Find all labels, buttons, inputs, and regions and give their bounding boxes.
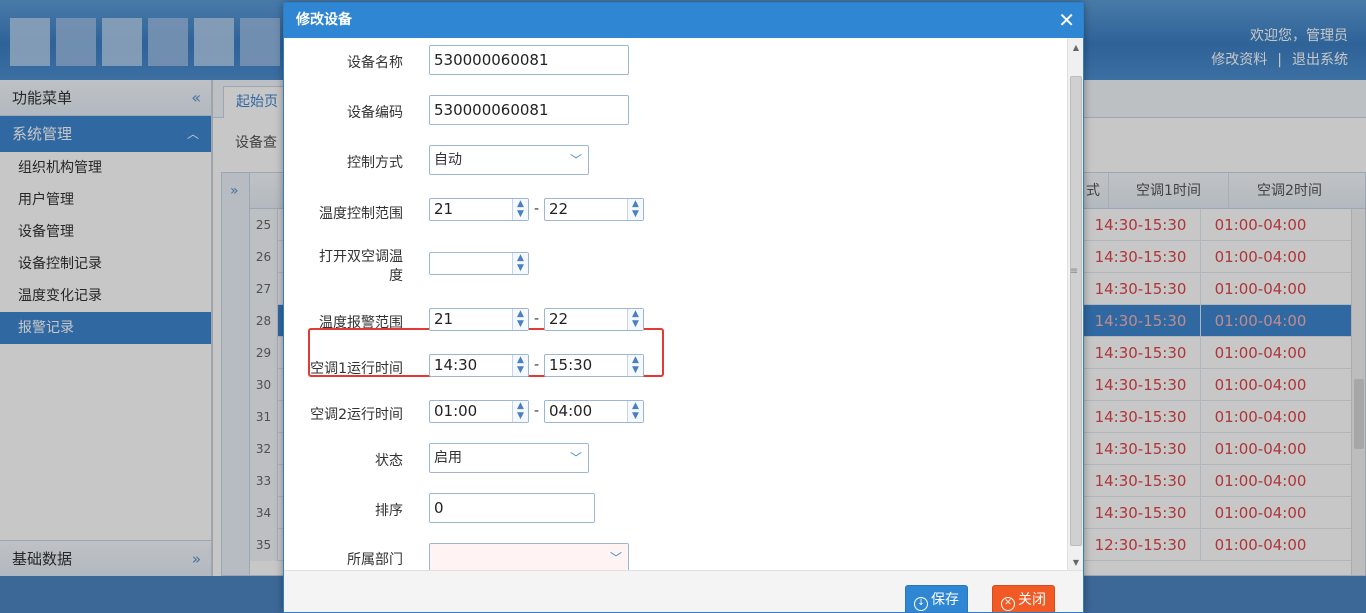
- x-circle-icon: ✕: [1001, 597, 1015, 611]
- temp-alarm-label: 温度报警范围: [319, 315, 403, 331]
- save-button[interactable]: ↓ 保存: [905, 585, 968, 612]
- sort-label: 排序: [375, 503, 403, 519]
- department-select[interactable]: ﹀: [429, 543, 629, 573]
- close-icon[interactable]: ✕: [1058, 3, 1075, 38]
- temp-control-from-spinner[interactable]: 21 ▲ ▼: [429, 198, 529, 221]
- temp-alarm-to-spinner[interactable]: 22 ▲ ▼: [544, 308, 644, 331]
- range-dash: -: [534, 357, 540, 373]
- scroll-up-icon[interactable]: ▲: [1068, 40, 1083, 56]
- spin-down-icon[interactable]: ▼: [513, 319, 528, 329]
- device-name-input[interactable]: 530000060081: [429, 45, 629, 75]
- spin-up-icon[interactable]: ▲: [513, 253, 528, 263]
- temp-control-label: 温度控制范围: [319, 206, 403, 222]
- dialog-titlebar: 修改设备 ✕: [284, 3, 1083, 38]
- department-label: 所属部门: [347, 552, 403, 568]
- ac2-time-to-spinner[interactable]: 04:00 ▲ ▼: [544, 400, 644, 423]
- range-dash: -: [534, 201, 540, 217]
- status-select[interactable]: 启用 ﹀: [429, 443, 589, 473]
- spin-up-icon[interactable]: ▲: [628, 309, 643, 319]
- status-label: 状态: [375, 453, 403, 469]
- spin-up-icon[interactable]: ▲: [513, 401, 528, 411]
- temp-control-to-spinner[interactable]: 22 ▲ ▼: [544, 198, 644, 221]
- grip-icon: ≡: [1069, 266, 1079, 277]
- temp-control-to-value: 22: [549, 200, 569, 218]
- spin-down-icon[interactable]: ▼: [513, 209, 528, 219]
- ac1-time-from-spinner[interactable]: 14:30 ▲ ▼: [429, 354, 529, 377]
- sort-input[interactable]: 0: [429, 493, 595, 523]
- spin-up-icon[interactable]: ▲: [628, 199, 643, 209]
- spin-down-icon[interactable]: ▼: [628, 365, 643, 375]
- device-code-input[interactable]: 530000060081: [429, 95, 629, 125]
- spin-down-icon[interactable]: ▼: [628, 411, 643, 421]
- spin-down-icon[interactable]: ▼: [513, 365, 528, 375]
- device-code-label: 设备编码: [347, 105, 403, 121]
- scroll-down-icon[interactable]: ▼: [1068, 555, 1083, 571]
- spin-down-icon[interactable]: ▼: [513, 263, 528, 273]
- spin-up-icon[interactable]: ▲: [513, 199, 528, 209]
- chevron-down-icon: ﹀: [609, 551, 622, 565]
- spin-down-icon[interactable]: ▼: [628, 319, 643, 329]
- device-name-label: 设备名称: [347, 55, 403, 71]
- download-circle-icon: ↓: [914, 597, 928, 611]
- spin-up-icon[interactable]: ▲: [628, 355, 643, 365]
- spin-down-icon[interactable]: ▼: [628, 209, 643, 219]
- edit-device-dialog: 修改设备 ✕ 设备名称 530000060081 设备编码 5300000600…: [283, 2, 1084, 613]
- temp-alarm-from-spinner[interactable]: 21 ▲ ▼: [429, 308, 529, 331]
- save-label: 保存: [931, 592, 959, 608]
- close-button[interactable]: ✕ 关闭: [992, 585, 1055, 612]
- temp-alarm-to-value: 22: [549, 310, 569, 328]
- dialog-footer: ↓ 保存 ✕ 关闭: [284, 570, 1083, 612]
- close-label: 关闭: [1018, 592, 1046, 608]
- ac2-time-from-value: 01:00: [434, 402, 478, 420]
- ac1-time-from-value: 14:30: [434, 356, 478, 374]
- dialog-scroll-thumb[interactable]: [1070, 76, 1082, 546]
- status-value: 启用: [434, 450, 462, 466]
- ac2-time-from-spinner[interactable]: 01:00 ▲ ▼: [429, 400, 529, 423]
- dialog-form: 设备名称 530000060081 设备编码 530000060081 控制方式…: [284, 38, 1069, 573]
- control-mode-label: 控制方式: [347, 155, 403, 171]
- dialog-title: 修改设备: [296, 12, 352, 28]
- dual-ac-temp-label: 打开双空调温度: [319, 249, 403, 284]
- spin-down-icon[interactable]: ▼: [513, 411, 528, 421]
- dual-ac-temp-spinner[interactable]: ▲ ▼: [429, 252, 529, 275]
- range-dash: -: [534, 403, 540, 419]
- ac2-time-label: 空调2运行时间: [310, 407, 403, 423]
- ac1-time-to-value: 15:30: [549, 356, 593, 374]
- control-mode-value: 自动: [434, 152, 462, 168]
- range-dash: -: [534, 311, 540, 327]
- temp-alarm-from-value: 21: [434, 310, 454, 328]
- spin-up-icon[interactable]: ▲: [513, 355, 528, 365]
- dialog-scrollbar[interactable]: ▲ ≡ ▼: [1067, 38, 1083, 573]
- ac2-time-to-value: 04:00: [549, 402, 593, 420]
- temp-control-from-value: 21: [434, 200, 454, 218]
- spin-up-icon[interactable]: ▲: [628, 401, 643, 411]
- spin-up-icon[interactable]: ▲: [513, 309, 528, 319]
- control-mode-select[interactable]: 自动 ﹀: [429, 145, 589, 175]
- chevron-down-icon: ﹀: [569, 451, 582, 465]
- ac1-time-label: 空调1运行时间: [310, 361, 403, 377]
- ac1-time-to-spinner[interactable]: 15:30 ▲ ▼: [544, 354, 644, 377]
- chevron-down-icon: ﹀: [569, 153, 582, 167]
